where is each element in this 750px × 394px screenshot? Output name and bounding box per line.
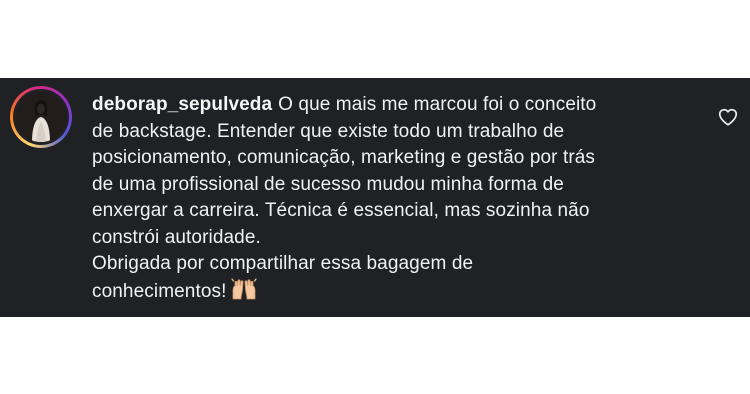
comment-text-line: constrói autoridade.	[92, 226, 261, 248]
comment-body: deborap_sepulveda O que mais me marcou fo…	[92, 92, 682, 308]
comment-card: deborap_sepulveda O que mais me marcou fo…	[0, 78, 750, 317]
comment-text-line: Obrigada por compartilhar essa bagagem d…	[92, 253, 474, 274]
comment-text-line: enxergar a carreira. Técnica é essencial…	[92, 200, 590, 221]
like-comment-button[interactable]	[717, 106, 739, 128]
heart-outline-icon	[718, 108, 738, 126]
comment-text-line: de backstage. Entender que existe todo u…	[92, 120, 565, 142]
raising-hands-emoji-icon	[230, 277, 258, 309]
comment-username[interactable]: deborap_sepulveda	[92, 94, 272, 115]
comment-last-line: conhecimentos!	[92, 277, 682, 309]
avatar-story-ring[interactable]	[10, 86, 72, 148]
comment-text-line: posicionamento, comunicação, marketing e…	[92, 147, 596, 168]
comment-text-line: O que mais me marcou foi o conceito	[278, 94, 597, 115]
avatar[interactable]	[16, 92, 66, 142]
screenshot-canvas: deborap_sepulveda O que mais me marcou fo…	[0, 0, 750, 394]
comment-text-line: de uma profissional de sucesso mudou min…	[92, 173, 564, 195]
comment-text-line: conhecimentos!	[92, 280, 227, 302]
avatar-portrait-icon	[16, 92, 66, 142]
comment-line-1: deborap_sepulveda O que mais me marcou fo…	[92, 92, 682, 119]
